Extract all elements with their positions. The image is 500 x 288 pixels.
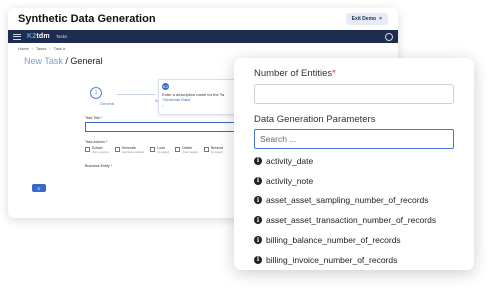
info-icon: i [254,156,262,165]
checkbox-box[interactable] [203,147,209,152]
hamburger-menu-icon[interactable] [13,33,21,40]
number-of-entities-input[interactable] [254,84,454,104]
task-title-tooltip: K2 Enter a descriptive name for the Ta "… [158,79,238,115]
list-item[interactable]: i activity_note [254,171,454,191]
k2tdm-logo: K2tdm [27,33,50,40]
option-label: activity_note [266,175,314,186]
user-avatar-icon[interactable] [385,32,393,41]
tooltip-example: "Generate Data" [162,97,192,102]
option-label: asset_asset_transaction_number_of_record… [266,215,437,226]
info-icon: i [254,255,262,264]
business-entity-label: Business Entity * [85,164,112,168]
breadcrumb-separator: › [49,46,51,51]
breadcrumb: Home › Tasks › Task # [8,43,398,54]
task-stepper: 1 [90,87,102,99]
info-icon: i [254,196,262,205]
exit-demo-label: Exit Demo [351,16,377,22]
option-label: asset_asset_sampling_number_of_records [266,195,429,206]
screenshot-stage: Synthetic Data Generation Exit Demo × K2… [0,0,500,288]
exit-demo-button[interactable]: Exit Demo × [345,13,388,25]
parameters-options-list: i activity_date i activity_note i asset_… [254,151,454,270]
task-actions-group: Extract (from source) Generate (synthetic … [85,146,223,154]
parameters-search-field[interactable] [254,129,454,149]
step-general-label: General [100,101,115,106]
close-icon: × [379,16,382,22]
breadcrumb-tasks[interactable]: Tasks [36,46,46,51]
option-label: billing_balance_number_of_records [266,235,401,246]
list-item[interactable]: i billing_invoice_number_of_records [254,250,454,270]
breadcrumb-current: Task # [53,46,66,51]
info-icon: i [254,216,262,225]
checkbox-box[interactable] [175,147,181,152]
parameters-search-input[interactable] [260,134,448,144]
step-general-indicator[interactable]: 1 [90,87,102,99]
k2-help-icon: K2 [162,83,169,90]
tooltip-bullet: • [162,103,164,108]
app-header-title: Synthetic Data Generation [18,13,156,25]
app-header: Synthetic Data Generation Exit Demo × [8,8,398,30]
list-item[interactable]: i asset_asset_sampling_number_of_records [254,191,454,211]
checkbox-box[interactable] [150,147,156,152]
list-item[interactable]: i asset_asset_transaction_number_of_reco… [254,210,454,230]
task-title-label: Task Title * [85,116,103,120]
required-mark: * [332,68,336,79]
info-icon: i [254,176,262,185]
checkbox-box[interactable] [85,147,90,152]
task-actions-label: Task Actions * [85,140,108,144]
list-item[interactable]: i activity_date [254,151,454,171]
action-load-checkbox[interactable]: Load (to target) [150,146,169,154]
task-title-input[interactable] [85,122,245,132]
option-label: activity_date [266,155,314,166]
data-generation-parameters-label: Data Generation Parameters [254,114,376,125]
nav-tasks-link[interactable]: Tasks [56,34,68,39]
action-reserve-checkbox[interactable]: Reserve (in target) [203,146,223,154]
info-icon: i [254,236,262,245]
number-of-entities-label: Number of Entities* [254,68,336,79]
tooltip-text: Enter a descriptive name for the Ta "Gen… [162,92,224,102]
breadcrumb-home[interactable]: Home [18,46,29,51]
action-delete-checkbox[interactable]: Delete (from target) [175,146,198,154]
stepper-connector [117,94,155,95]
action-generate-checkbox[interactable]: Generate (synthetic entities) [114,146,144,154]
list-item[interactable]: i billing_balance_number_of_records [254,230,454,250]
action-extract-checkbox[interactable]: Extract (from source) [85,146,109,154]
bottom-action-button[interactable]: D [32,184,46,192]
checkbox-box[interactable] [114,147,120,152]
page-title-prefix: New Task [24,56,63,66]
option-label: billing_invoice_number_of_records [266,254,398,265]
breadcrumb-separator: › [31,46,34,51]
page-title-section: / General [65,56,103,66]
app-navbar: K2tdm Tasks [8,30,398,43]
data-generation-panel: Number of Entities* Data Generation Para… [234,58,474,270]
